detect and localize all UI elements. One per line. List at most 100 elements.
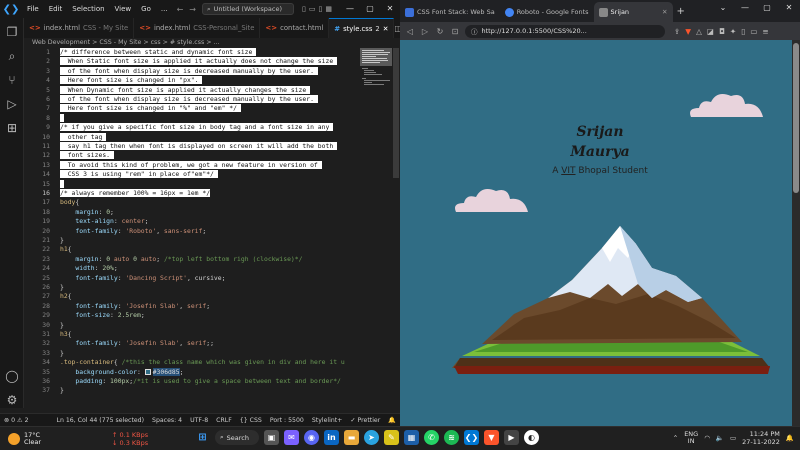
close-tab-icon[interactable]: ✕ <box>383 25 389 33</box>
code-line[interactable]: 12 font sizes. <box>24 151 358 160</box>
media-player-icon[interactable]: ▶ <box>504 430 519 445</box>
code-editor[interactable]: 1 /* difference between static and dynami… <box>24 48 358 413</box>
minimize-icon[interactable]: — <box>340 0 360 18</box>
menu-view[interactable]: View <box>110 0 137 18</box>
maximize-icon[interactable]: ▢ <box>360 0 380 18</box>
wifi-icon[interactable]: ◠ <box>704 434 710 442</box>
teams-chat-icon[interactable]: ✉ <box>284 430 299 445</box>
spotify-icon[interactable]: ≋ <box>444 430 459 445</box>
code-line[interactable]: 28 font-family: 'Josefin Slab', serif; <box>24 302 358 311</box>
code-line[interactable]: 1 /* difference between static and dynami… <box>24 48 358 57</box>
brave-rewards-icon[interactable]: △ <box>696 27 702 36</box>
scrollbar-thumb[interactable] <box>793 43 799 193</box>
status-stylelint[interactable]: Stylelint+ <box>308 417 347 424</box>
code-line[interactable]: 17 body{ <box>24 198 358 207</box>
maximize-icon[interactable]: ▢ <box>756 0 778 16</box>
weather-widget[interactable]: 17°C Clear <box>0 431 80 446</box>
code-line[interactable]: 11 say h1 tag then when font is displaye… <box>24 142 358 151</box>
code-line[interactable]: 30} <box>24 321 358 330</box>
code-line[interactable]: 33} <box>24 349 358 358</box>
code-line[interactable]: 25 font-family: 'Dancing Script', cursiv… <box>24 274 358 283</box>
code-line[interactable]: 26} <box>24 283 358 292</box>
explorer-icon[interactable]: ❐ <box>4 24 20 40</box>
app-icon[interactable]: ◐ <box>524 430 539 445</box>
task-view-icon[interactable]: ▣ <box>264 430 279 445</box>
toggle-panel-icon[interactable]: ▭ <box>309 5 316 13</box>
code-line[interactable]: 34 .top-container{ /*this the class name … <box>24 358 358 367</box>
command-center[interactable]: ⌕ Untitled (Workspace) <box>201 3 294 15</box>
account-icon[interactable]: ◯ <box>4 368 20 384</box>
notification-bell-icon[interactable]: 🔔 <box>786 434 794 442</box>
calculator-icon[interactable]: ▦ <box>404 430 419 445</box>
reload-icon[interactable]: ↻ <box>435 27 445 36</box>
code-line[interactable]: 15 <box>24 179 358 189</box>
code-line[interactable]: 32 font-family: 'Josefin Slab', serif;; <box>24 339 358 348</box>
customize-layout-icon[interactable]: ▦ <box>325 5 332 13</box>
status-eol[interactable]: CRLF <box>212 417 236 424</box>
extensions-icon[interactable]: ⊞ <box>4 120 20 136</box>
code-line[interactable]: 24 width: 20%; <box>24 264 358 273</box>
browser-tab-css-font-stack[interactable]: CSS Font Stack: Web Sa <box>400 2 500 22</box>
tab-contact-html[interactable]: <> contact.html <box>260 18 330 38</box>
run-debug-icon[interactable]: ▷ <box>4 96 20 112</box>
close-tab-icon[interactable]: ✕ <box>662 8 667 16</box>
code-line[interactable]: 36 padding: 100px;/*it is used to give a… <box>24 377 358 386</box>
code-line[interactable]: 21} <box>24 236 358 245</box>
tab-style-css[interactable]: # style.css 2 ✕ <box>329 18 395 38</box>
code-line[interactable]: 2 When Static font size is applied it ac… <box>24 57 358 66</box>
code-line[interactable]: 6 of the font when display size is decre… <box>24 95 358 104</box>
menu-more[interactable]: ... <box>156 0 173 18</box>
menu-selection[interactable]: Selection <box>67 0 109 18</box>
status-indentation[interactable]: Spaces: 4 <box>148 417 186 424</box>
sidebar-icon[interactable]: ▯ <box>741 27 745 36</box>
address-bar[interactable]: ⓘ http://127.0.0.1:5500/CSS%20... <box>465 24 665 38</box>
forward-arrow-icon[interactable]: → <box>189 5 196 14</box>
back-arrow-icon[interactable]: ← <box>177 5 184 14</box>
share-icon[interactable]: ⇪ <box>674 27 680 36</box>
new-tab-plus-icon[interactable]: + <box>677 2 685 22</box>
notifications-bell-icon[interactable]: 🔔 <box>384 416 400 424</box>
brave-browser-icon[interactable]: ▼ <box>484 430 499 445</box>
volume-icon[interactable]: 🔈 <box>716 434 724 442</box>
close-icon[interactable]: ✕ <box>380 0 400 18</box>
code-line[interactable]: 31 h3{ <box>24 330 358 339</box>
editor-scrollbar[interactable] <box>392 48 400 408</box>
status-live-server-port[interactable]: Port : 5500 <box>266 417 308 424</box>
sticky-notes-icon[interactable]: ✎ <box>384 430 399 445</box>
back-arrow-icon[interactable]: ◁ <box>405 27 415 36</box>
code-line[interactable]: 35 background-color: #306d85; <box>24 367 358 377</box>
menu-edit[interactable]: Edit <box>44 0 68 18</box>
toggle-secondary-sidebar-icon[interactable]: ▯ <box>318 5 322 13</box>
forward-arrow-icon[interactable]: ▷ <box>420 27 430 36</box>
browser-tab-srijan[interactable]: Srijan ✕ <box>593 2 673 22</box>
code-line[interactable]: 10 other tag <box>24 132 358 142</box>
chevron-down-icon[interactable]: ⌄ <box>712 0 734 16</box>
extension-icon[interactable]: ◘ <box>719 27 725 36</box>
browser-tab-roboto[interactable]: Roboto - Google Fonts <box>500 2 594 22</box>
code-line[interactable]: 13 To avoid this kind of problem, we got… <box>24 160 358 170</box>
status-problems[interactable]: ⊗ 0 ⚠ 2 <box>0 417 33 424</box>
code-line[interactable]: 16 /* always remember 100% = 16px = 1em *… <box>24 189 358 198</box>
color-swatch[interactable] <box>144 368 151 375</box>
vscode-taskbar-icon[interactable]: ❮❯ <box>464 430 479 445</box>
code-line[interactable]: 37} <box>24 386 358 395</box>
status-prettier[interactable]: ✓ Prettier <box>346 417 384 424</box>
extension-icon[interactable]: ◪ <box>707 27 714 36</box>
language-indicator[interactable]: ENG IN <box>684 431 698 445</box>
taskbar-search[interactable]: ⌕ Search <box>215 430 259 445</box>
wallet-icon[interactable]: ▭ <box>750 27 757 36</box>
code-line[interactable]: 18 margin: 0; <box>24 208 358 217</box>
minimap[interactable] <box>360 48 392 408</box>
page-scrollbar[interactable] <box>792 40 800 426</box>
telegram-icon[interactable]: ➤ <box>364 430 379 445</box>
code-line[interactable]: 4 Here font size is changed in "px". <box>24 76 358 85</box>
menu-file[interactable]: File <box>22 0 44 18</box>
settings-gear-icon[interactable]: ⚙ <box>4 392 20 408</box>
menu-go[interactable]: Go <box>136 0 156 18</box>
tab-index-html-personal-site[interactable]: <> index.html CSS-Personal_Site <box>134 18 261 38</box>
toggle-sidebar-icon[interactable]: ▯ <box>302 5 306 13</box>
chevron-up-icon[interactable]: ⌃ <box>673 434 678 442</box>
code-line[interactable]: 29 font-size: 2.5rem; <box>24 311 358 320</box>
bookmark-icon[interactable]: ⊡ <box>450 27 460 36</box>
breadcrumb[interactable]: Web Development > CSS - My Site > css > … <box>24 38 400 48</box>
